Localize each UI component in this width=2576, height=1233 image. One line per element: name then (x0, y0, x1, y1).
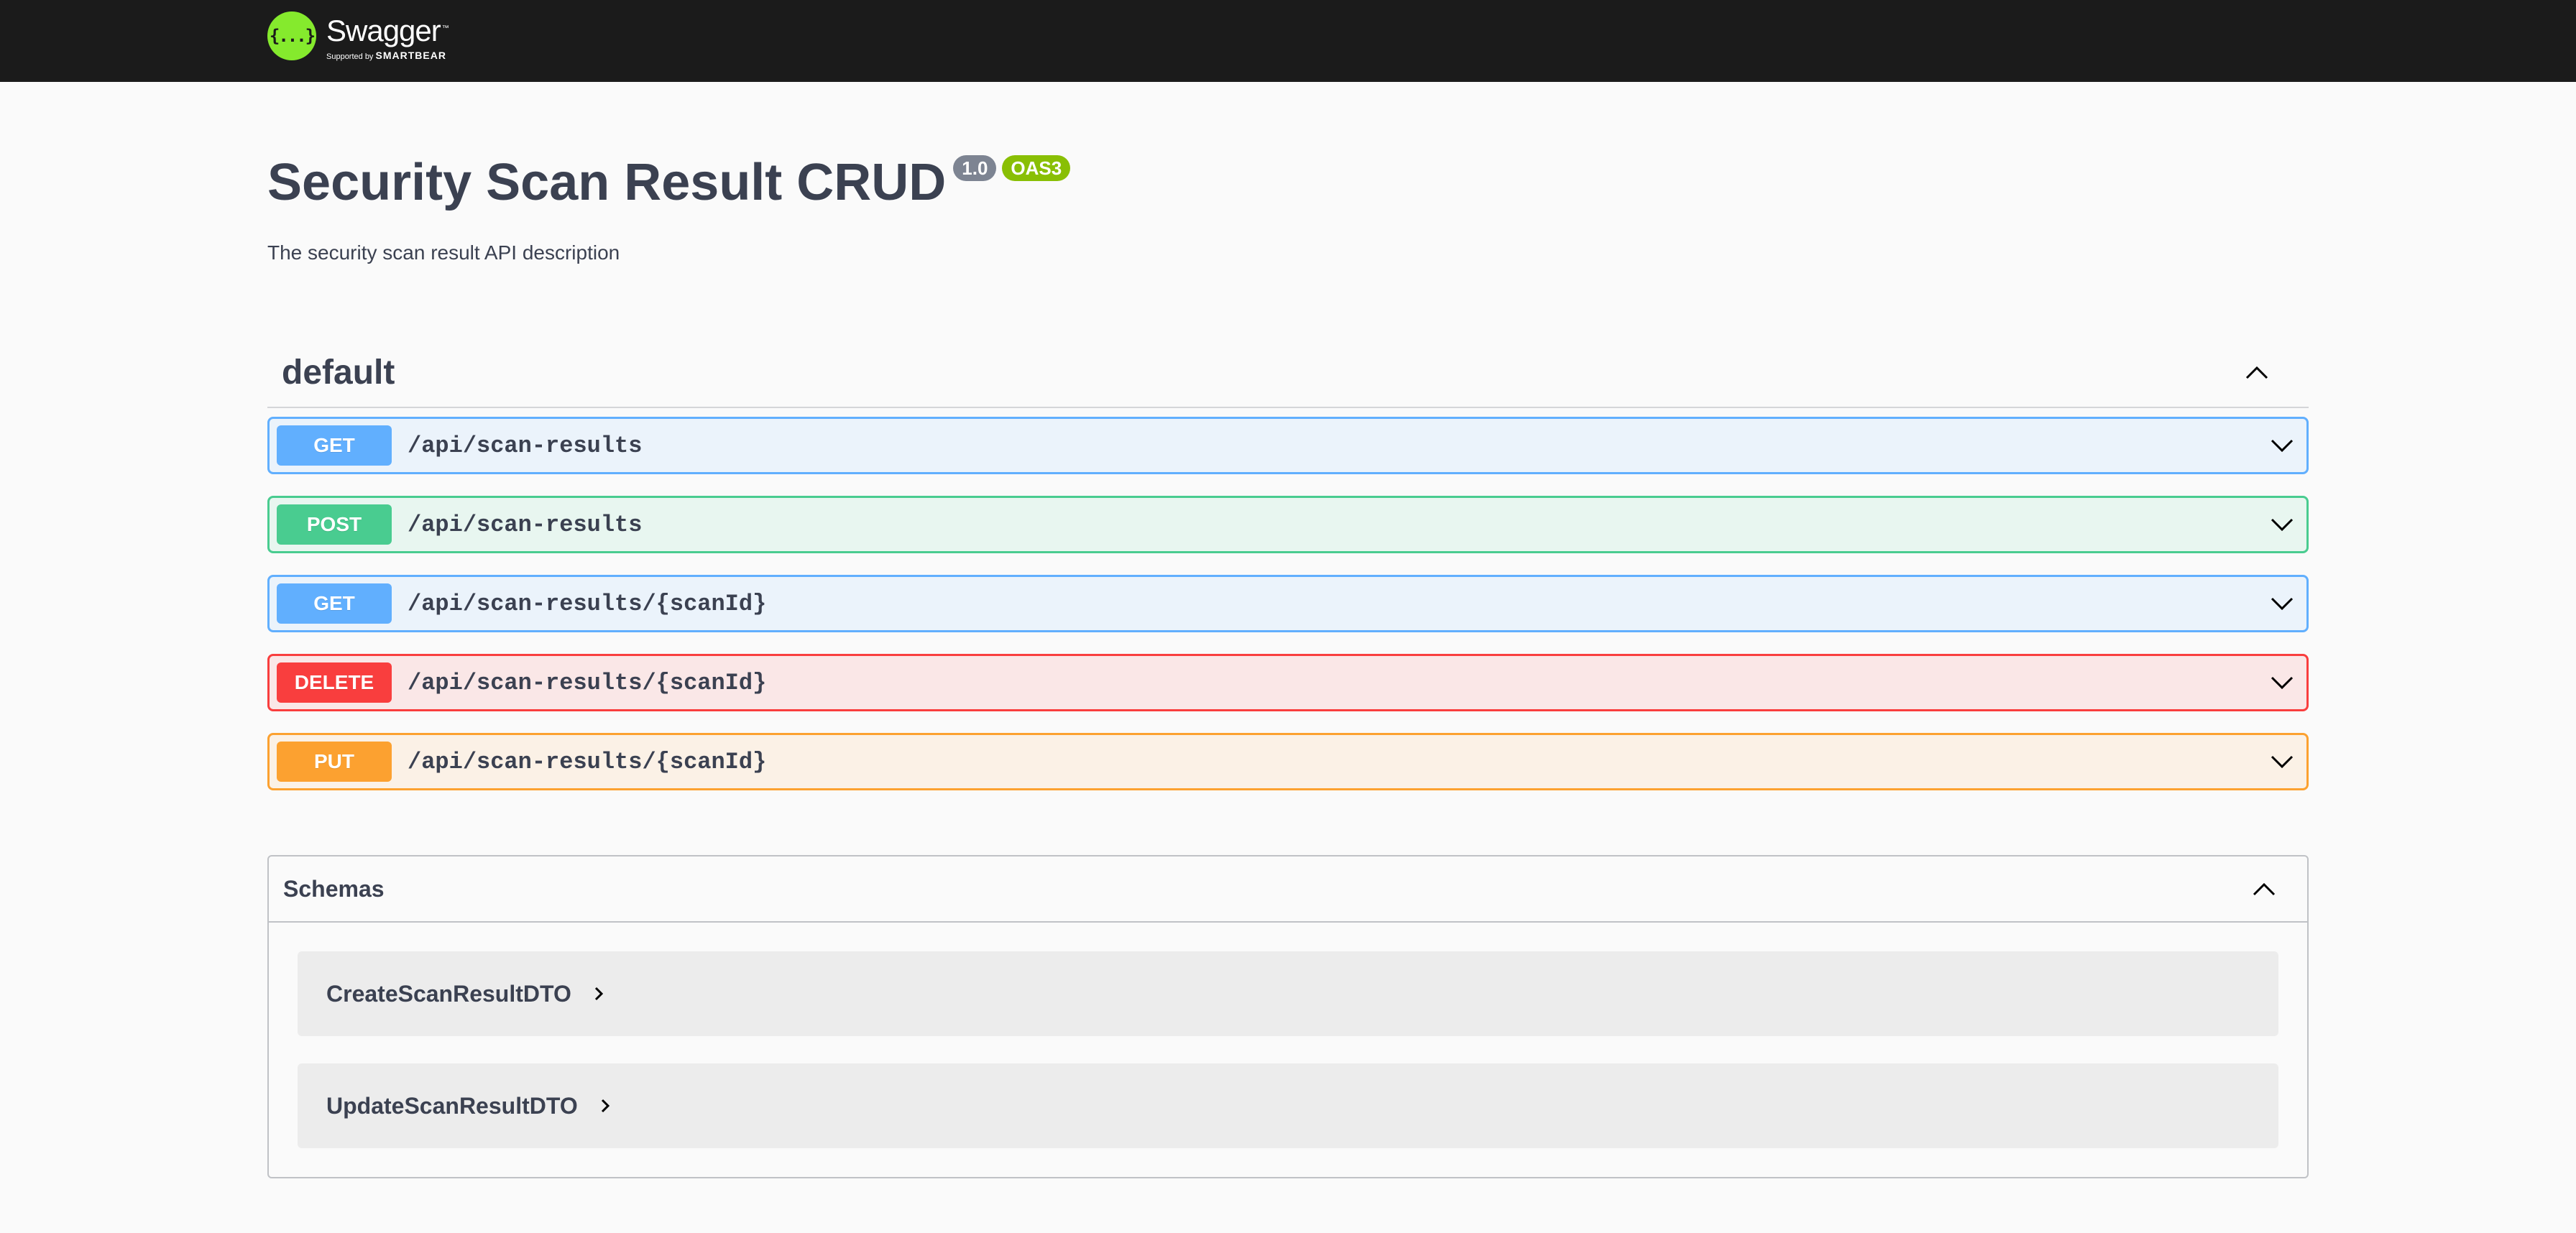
logo-smartbear-text: SMARTBEAR (375, 50, 446, 61)
chevron-down-icon[interactable] (2268, 668, 2296, 697)
schemas-header[interactable]: Schemas (269, 856, 2307, 923)
schemas-section: Schemas CreateScanResultDTO UpdateScanRe… (267, 855, 2309, 1178)
operation-post-scan-results[interactable]: POST /api/scan-results (267, 496, 2309, 553)
method-badge: GET (277, 425, 392, 466)
version-badge: 1.0 (953, 155, 997, 181)
swagger-logo[interactable]: {...} Swagger ™ Supported by SMARTBEAR (267, 11, 449, 69)
oas-badge: OAS3 (1002, 155, 1071, 181)
method-badge: GET (277, 583, 392, 624)
top-bar: {...} Swagger ™ Supported by SMARTBEAR (0, 0, 2576, 82)
operation-get-scan-result-by-id[interactable]: GET /api/scan-results/{scanId} (267, 575, 2309, 632)
chevron-up-icon[interactable] (2250, 874, 2278, 903)
api-info: Security Scan Result CRUD 1.0 OAS3 (267, 147, 1071, 218)
chevron-right-icon[interactable] (590, 985, 607, 1002)
schemas-title: Schemas (283, 875, 385, 902)
chevron-up-icon[interactable] (2242, 358, 2271, 387)
model-name: CreateScanResultDTO (326, 980, 571, 1007)
tag-section-default: default GET /api/scan-results POST /api/… (267, 338, 2309, 790)
title-row: Security Scan Result CRUD 1.0 OAS3 (267, 147, 1071, 218)
model-create-scan-result-dto[interactable]: CreateScanResultDTO (298, 951, 2278, 1036)
logo-text: Swagger ™ Supported by SMARTBEAR (326, 11, 449, 64)
model-name: UpdateScanResultDTO (326, 1092, 578, 1119)
operation-get-scan-results[interactable]: GET /api/scan-results (267, 417, 2309, 474)
logo-supported-by: Supported by SMARTBEAR (326, 48, 448, 64)
logo-trademark: ™ (441, 24, 449, 32)
method-badge: POST (277, 504, 392, 545)
logo-supported-text: Supported by (326, 52, 374, 61)
chevron-down-icon[interactable] (2268, 510, 2296, 539)
model-update-scan-result-dto[interactable]: UpdateScanResultDTO (298, 1063, 2278, 1148)
operation-delete-scan-result[interactable]: DELETE /api/scan-results/{scanId} (267, 654, 2309, 711)
swagger-logo-icon: {...} (267, 11, 316, 60)
operation-put-scan-result[interactable]: PUT /api/scan-results/{scanId} (267, 733, 2309, 790)
chevron-down-icon[interactable] (2268, 747, 2296, 776)
operation-path: /api/scan-results (408, 432, 643, 459)
chevron-down-icon[interactable] (2268, 589, 2296, 618)
tag-header[interactable]: default (267, 338, 2309, 408)
tag-name: default (282, 353, 395, 392)
operation-path: /api/scan-results/{scanId} (408, 590, 767, 617)
method-badge: PUT (277, 742, 392, 782)
operation-path: /api/scan-results/{scanId} (408, 669, 767, 696)
operation-path: /api/scan-results (408, 511, 643, 538)
method-badge: DELETE (277, 662, 392, 703)
logo-name-text: Swagger (326, 14, 441, 47)
operation-path: /api/scan-results/{scanId} (408, 748, 767, 775)
page-title: Security Scan Result CRUD (267, 154, 947, 211)
chevron-down-icon[interactable] (2268, 431, 2296, 460)
logo-name: Swagger ™ (326, 11, 449, 48)
api-description: The security scan result API description (267, 241, 620, 264)
chevron-right-icon[interactable] (597, 1097, 614, 1114)
